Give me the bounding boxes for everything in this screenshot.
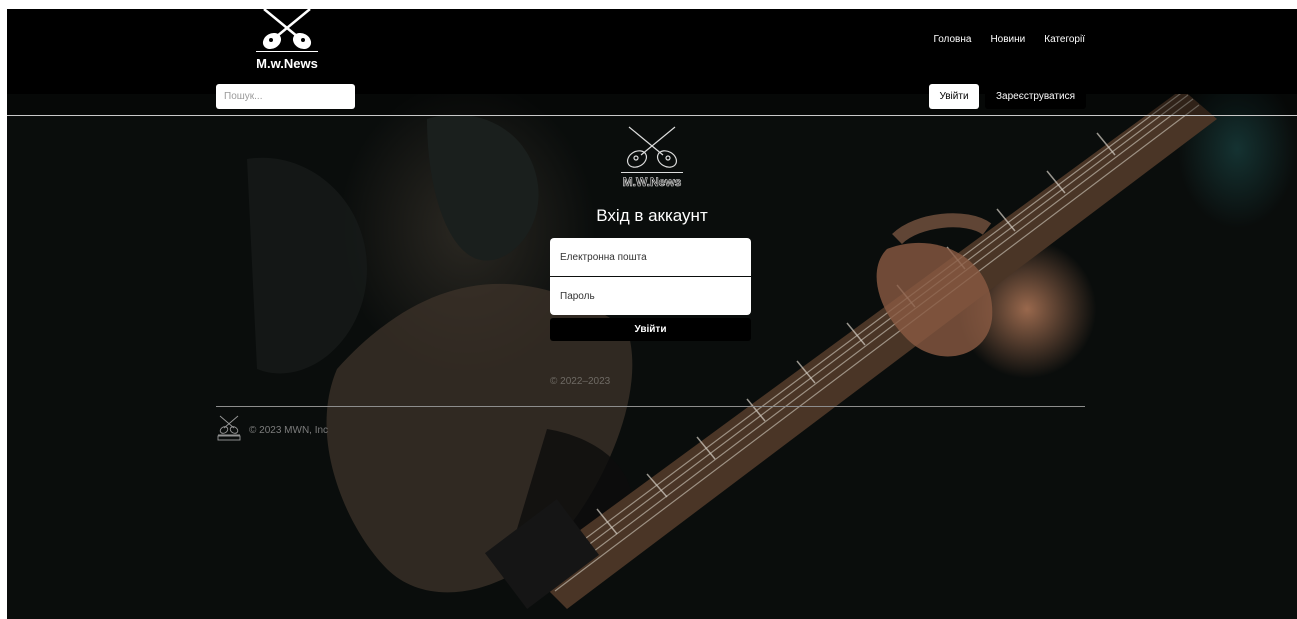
footer-divider [216, 406, 1085, 407]
main-nav: Головна Новини Категорії [933, 34, 1085, 45]
header-login-button[interactable]: Увійти [929, 84, 979, 109]
crossed-guitars-logo-icon [217, 415, 241, 441]
sub-navbar [7, 94, 1297, 115]
page-frame: M.w.News Головна Новини Категорії Увійти… [7, 9, 1297, 619]
password-field[interactable] [550, 277, 751, 315]
form-copyright: © 2022–2023 [550, 376, 611, 387]
crossed-guitars-logo-icon [262, 9, 312, 50]
footer-copyright: © 2023 MWN, Inc [249, 425, 329, 436]
nav-item-home[interactable]: Головна [933, 34, 971, 45]
login-title: Вхід в аккаунт [596, 206, 708, 225]
brand-name: M.w.News [256, 56, 318, 71]
site-logo[interactable]: M.w.News [250, 9, 324, 75]
crossed-guitars-logo-icon [626, 126, 678, 168]
header-register-button[interactable]: Зареєструватися [985, 84, 1086, 109]
form-logo: M.W.News [617, 125, 687, 191]
email-field[interactable] [550, 238, 751, 276]
nav-item-categories[interactable]: Категорії [1044, 34, 1085, 45]
search-input[interactable] [216, 84, 355, 109]
form-brand-name: M.W.News [622, 175, 682, 190]
top-navbar [7, 9, 1297, 94]
footer-logo[interactable] [216, 414, 242, 442]
login-submit-button[interactable]: Увійти [550, 318, 751, 341]
header-divider [7, 115, 1297, 116]
nav-item-news[interactable]: Новини [990, 34, 1025, 45]
